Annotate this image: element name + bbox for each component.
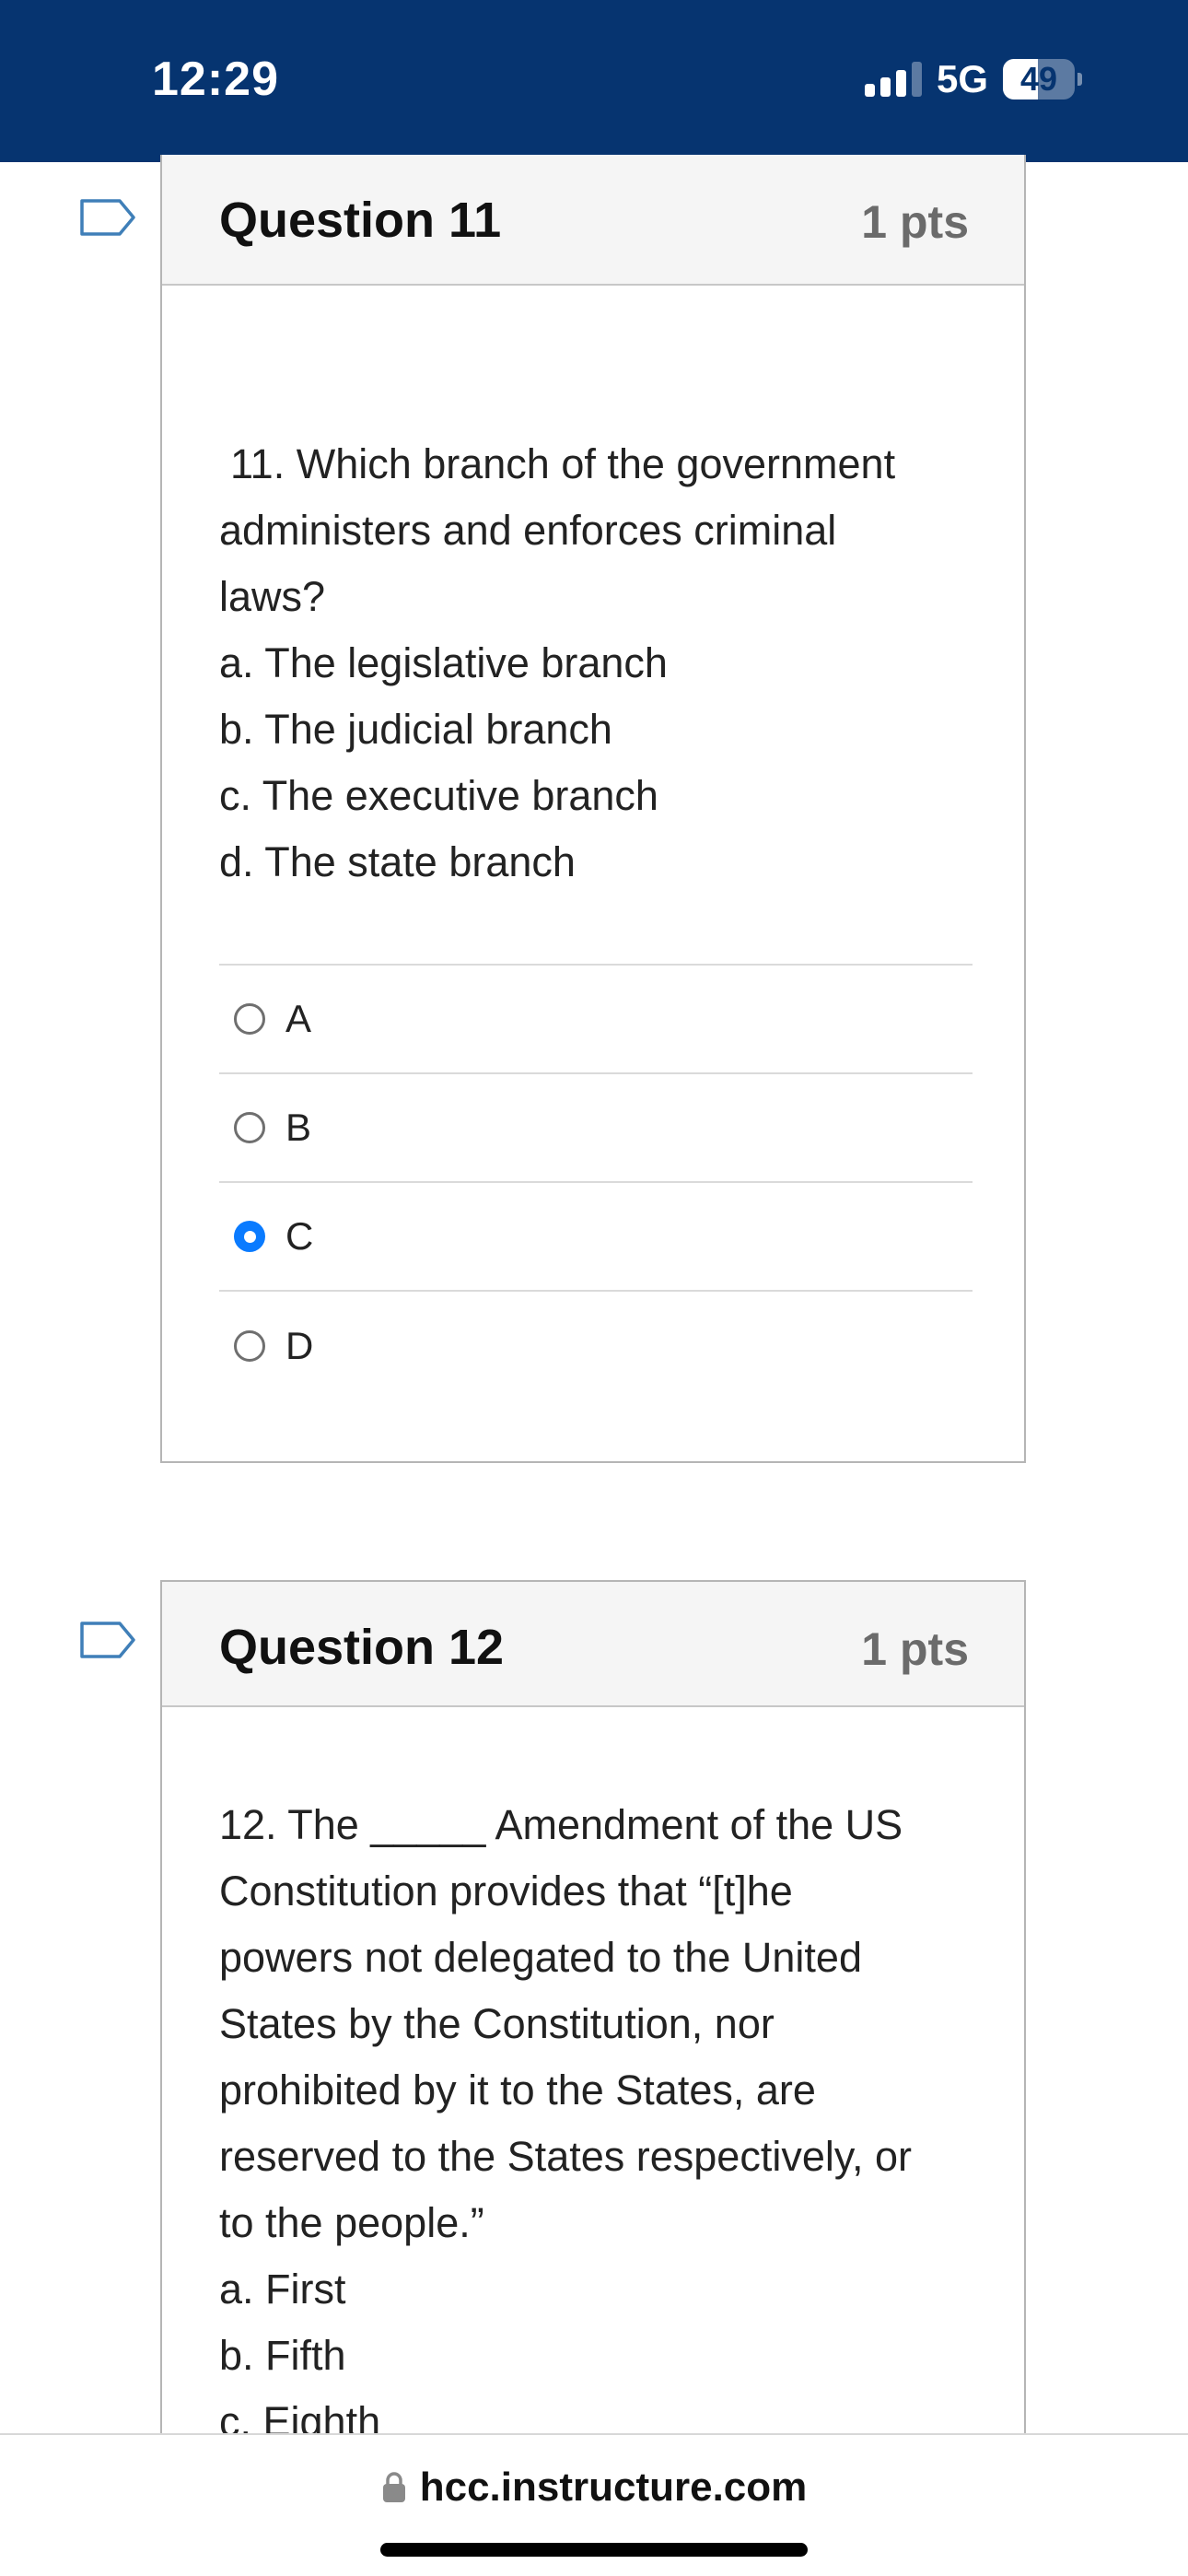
question-header: Question 12 1 pts [162,1582,1024,1707]
question-choice: d. The state branch [219,838,576,885]
question-card: Question 11 1 pts 11. Which branch of th… [160,155,1026,1463]
question-prompt-line: 12. The _____ Amendment of the US [219,1801,903,1848]
answer-option-c[interactable]: C [219,1183,973,1292]
question-choice: c. The executive branch [219,772,658,819]
question-prompt-line: to the people.” [219,2199,484,2246]
question-prompt-line: States by the Constitution, nor [219,2000,775,2047]
url-text: hcc.instructure.com [419,2465,808,2510]
question-prompt-line: 11. Which branch of the government [230,440,896,487]
question-prompt-line: prohibited by it to the States, are [219,2067,816,2113]
answer-label: C [285,1214,314,1258]
question-choice: b. Fifth [219,2332,346,2379]
radio-button[interactable] [234,1330,265,1362]
question-points: 1 pts [861,196,969,248]
answer-option-b[interactable]: B [219,1074,973,1183]
lock-icon [382,2472,405,2502]
question-title: Question 11 [219,193,502,248]
radio-button[interactable] [234,1003,265,1035]
answer-label: A [285,997,312,1040]
home-indicator[interactable] [380,2543,808,2557]
flag-question-icon[interactable] [79,198,136,237]
question-prompt-line: reserved to the States respectively, or [219,2133,913,2180]
radio-button-selected[interactable] [234,1221,265,1252]
url-display[interactable]: hcc.instructure.com [0,2465,1188,2511]
question-prompt-line: powers not delegated to the United [219,1934,862,1981]
question-header: Question 11 1 pts [162,155,1024,286]
question-choice: a. The legislative branch [219,639,668,686]
answer-label: B [285,1106,312,1149]
cellular-signal-icon [864,62,922,97]
network-type: 5G [936,57,988,100]
answer-option-d[interactable]: D [219,1292,973,1400]
status-bar: 12:29 5G 49 [0,0,1188,162]
question-prompt-line: Constitution provides that “[t]he [219,1868,793,1914]
answer-option-a[interactable]: A [219,966,973,1074]
battery-icon: 49 [1003,59,1082,100]
question-prompt-line: administers and enforces criminal [219,507,837,554]
flag-question-icon[interactable] [79,1621,136,1659]
question-points: 1 pts [861,1623,969,1675]
status-time: 12:29 [152,53,279,106]
battery-level: 49 [1019,60,1058,98]
question-text: 12. The _____ Amendment of the US Consti… [219,1792,974,2455]
question-title: Question 12 [219,1620,505,1675]
answer-list: A B C D [219,964,973,1400]
radio-button[interactable] [234,1112,265,1143]
question-choice: b. The judicial branch [219,706,612,753]
status-indicators: 5G 49 [864,57,1082,101]
question-prompt-line: laws? [219,573,326,620]
question-choice: a. First [219,2266,346,2313]
question-text: 11. Which branch of the government admin… [219,431,974,896]
answer-label: D [285,1324,314,1367]
question-card: Question 12 1 pts 12. The _____ Amendmen… [160,1580,1026,2465]
